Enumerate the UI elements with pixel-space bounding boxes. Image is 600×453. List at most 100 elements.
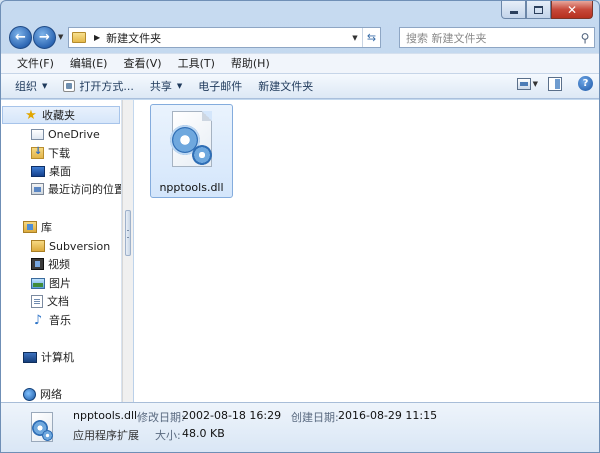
menu-help[interactable]: 帮助(H) — [223, 55, 278, 73]
nav-music[interactable]: ♪ 音乐 — [1, 311, 71, 329]
nav-recent[interactable]: 最近访问的位置 — [1, 180, 122, 198]
search-icon[interactable]: ⚲ — [576, 31, 594, 45]
star-icon: ★ — [25, 107, 37, 123]
details-modified-value: 2002-08-18 16:29 — [182, 409, 282, 422]
details-created-label: 创建日期: — [291, 411, 339, 424]
breadcrumb-current[interactable]: 新建文件夹 — [106, 30, 348, 46]
view-dropdown-icon[interactable]: ▼ — [533, 80, 538, 88]
recent-pages-dropdown[interactable]: ▼ — [58, 33, 63, 41]
nav-downloads[interactable]: 下载 — [1, 144, 70, 162]
onedrive-icon — [31, 128, 44, 140]
details-file-name: npptools.dll — [73, 409, 138, 422]
change-view-icon[interactable] — [516, 77, 531, 90]
search-box[interactable]: 搜索 新建文件夹 ⚲ — [399, 27, 595, 48]
nav-computer[interactable]: 计算机 — [1, 348, 74, 366]
maximize-button[interactable] — [526, 1, 551, 19]
address-row: ← → ▼ ▶ 新建文件夹 ▼ ⇆ 搜索 新建文件夹 ⚲ — [7, 25, 595, 51]
download-folder-icon — [31, 146, 44, 159]
nav-subversion[interactable]: Subversion — [1, 237, 110, 255]
menu-edit[interactable]: 编辑(E) — [62, 55, 116, 73]
close-icon: ✕ — [566, 2, 578, 17]
breadcrumb-arrow-icon[interactable]: ▶ — [94, 33, 100, 42]
details-pane: npptools.dll 应用程序扩展 修改日期: 2002-08-18 16:… — [1, 402, 599, 452]
command-bar-right: ▼ ? — [509, 76, 593, 91]
details-size-label: 大小: — [155, 429, 181, 442]
maximize-icon — [534, 5, 543, 14]
nav-recent-label: 最近访问的位置 — [48, 183, 122, 196]
refresh-button[interactable]: ⇆ — [362, 28, 380, 47]
video-icon — [31, 258, 44, 270]
nav-network[interactable]: 网络 — [1, 385, 62, 402]
network-icon — [23, 387, 36, 401]
nav-libraries[interactable]: 库 — [1, 218, 52, 236]
menu-view[interactable]: 查看(V) — [115, 55, 169, 73]
nav-desktop[interactable]: 桌面 — [1, 162, 71, 180]
menu-tools[interactable]: 工具(T) — [170, 55, 223, 73]
organize-label: 组织 — [15, 80, 37, 93]
recent-places-icon — [31, 183, 44, 195]
search-input[interactable]: 搜索 新建文件夹 — [400, 30, 576, 46]
nav-favorites[interactable]: ★ 收藏夹 — [2, 106, 120, 124]
open-with-button[interactable]: 打开方式... — [55, 75, 142, 97]
menu-file[interactable]: 文件(F) — [9, 55, 62, 73]
nav-favorites-label: 收藏夹 — [42, 109, 75, 122]
arrow-left-icon: ← — [15, 30, 26, 45]
close-button[interactable]: ✕ — [551, 1, 593, 19]
scrollbar-thumb[interactable] — [125, 210, 131, 256]
chevron-down-icon: ▼ — [42, 82, 48, 90]
email-label: 电子邮件 — [198, 80, 243, 93]
nav-videos[interactable]: 视频 — [1, 255, 70, 273]
nav-computer-label: 计算机 — [41, 351, 74, 364]
menu-bar: 文件(F) 编辑(E) 查看(V) 工具(T) 帮助(H) — [1, 53, 599, 73]
back-button[interactable]: ← — [9, 26, 32, 49]
nav-pictures-label: 图片 — [49, 277, 71, 290]
new-folder-label: 新建文件夹 — [258, 80, 314, 93]
folder-icon — [31, 240, 45, 252]
details-file-type: 应用程序扩展 — [73, 429, 139, 442]
nav-desktop-label: 桌面 — [49, 165, 71, 178]
nav-subversion-label: Subversion — [49, 239, 111, 253]
library-icon — [23, 221, 37, 233]
details-created-value: 2016-08-29 11:15 — [338, 409, 438, 422]
minimize-icon — [509, 10, 518, 14]
explorer-window: ✕ ← → ▼ ▶ 新建文件夹 ▼ ⇆ 搜索 新建文件夹 ⚲ 文件(F) 编辑(… — [0, 0, 600, 453]
nav-music-label: 音乐 — [49, 314, 71, 327]
open-with-label: 打开方式... — [79, 80, 134, 93]
folder-icon — [72, 32, 86, 43]
share-label: 共享 — [149, 80, 172, 93]
nav-onedrive-label: OneDrive — [48, 127, 100, 141]
preview-pane-icon[interactable] — [548, 76, 562, 91]
address-dropdown-icon[interactable]: ▼ — [348, 34, 362, 42]
navigation-pane: ★ 收藏夹 OneDrive 下载 桌面 最近访问的位置 库 Subversion… — [1, 100, 122, 402]
nav-videos-label: 视频 — [48, 258, 70, 271]
share-button[interactable]: 共享 ▼ — [142, 75, 190, 97]
dll-file-icon — [168, 111, 216, 171]
organize-button[interactable]: 组织 ▼ — [7, 75, 55, 97]
music-note-icon: ♪ — [33, 312, 43, 328]
details-size-value: 48.0 KB — [182, 427, 225, 440]
computer-icon — [23, 351, 37, 363]
dll-file-icon — [29, 412, 55, 444]
desktop-icon — [31, 165, 45, 177]
open-with-icon — [63, 80, 76, 92]
file-list[interactable]: npptools.dll — [134, 100, 599, 402]
file-name-label: npptools.dll — [159, 181, 224, 194]
forward-button[interactable]: → — [33, 26, 56, 49]
details-modified-label: 修改日期: — [137, 411, 185, 424]
help-icon[interactable]: ? — [578, 76, 593, 91]
nav-pictures[interactable]: 图片 — [1, 274, 71, 292]
new-folder-button[interactable]: 新建文件夹 — [250, 75, 321, 97]
chevron-down-icon: ▼ — [176, 82, 183, 90]
document-icon — [31, 294, 43, 308]
nav-downloads-label: 下载 — [48, 147, 70, 160]
nav-documents[interactable]: 文档 — [1, 292, 69, 310]
arrow-right-icon: → — [39, 30, 50, 45]
nav-onedrive[interactable]: OneDrive — [1, 125, 100, 143]
email-button[interactable]: 电子邮件 — [190, 75, 250, 97]
nav-documents-label: 文档 — [47, 295, 69, 308]
minimize-button[interactable] — [501, 1, 526, 19]
file-item-selected[interactable]: npptools.dll — [150, 104, 233, 198]
address-bar[interactable]: ▶ 新建文件夹 ▼ ⇆ — [68, 27, 381, 48]
navigation-scrollbar[interactable] — [122, 100, 133, 402]
picture-icon — [31, 277, 45, 289]
